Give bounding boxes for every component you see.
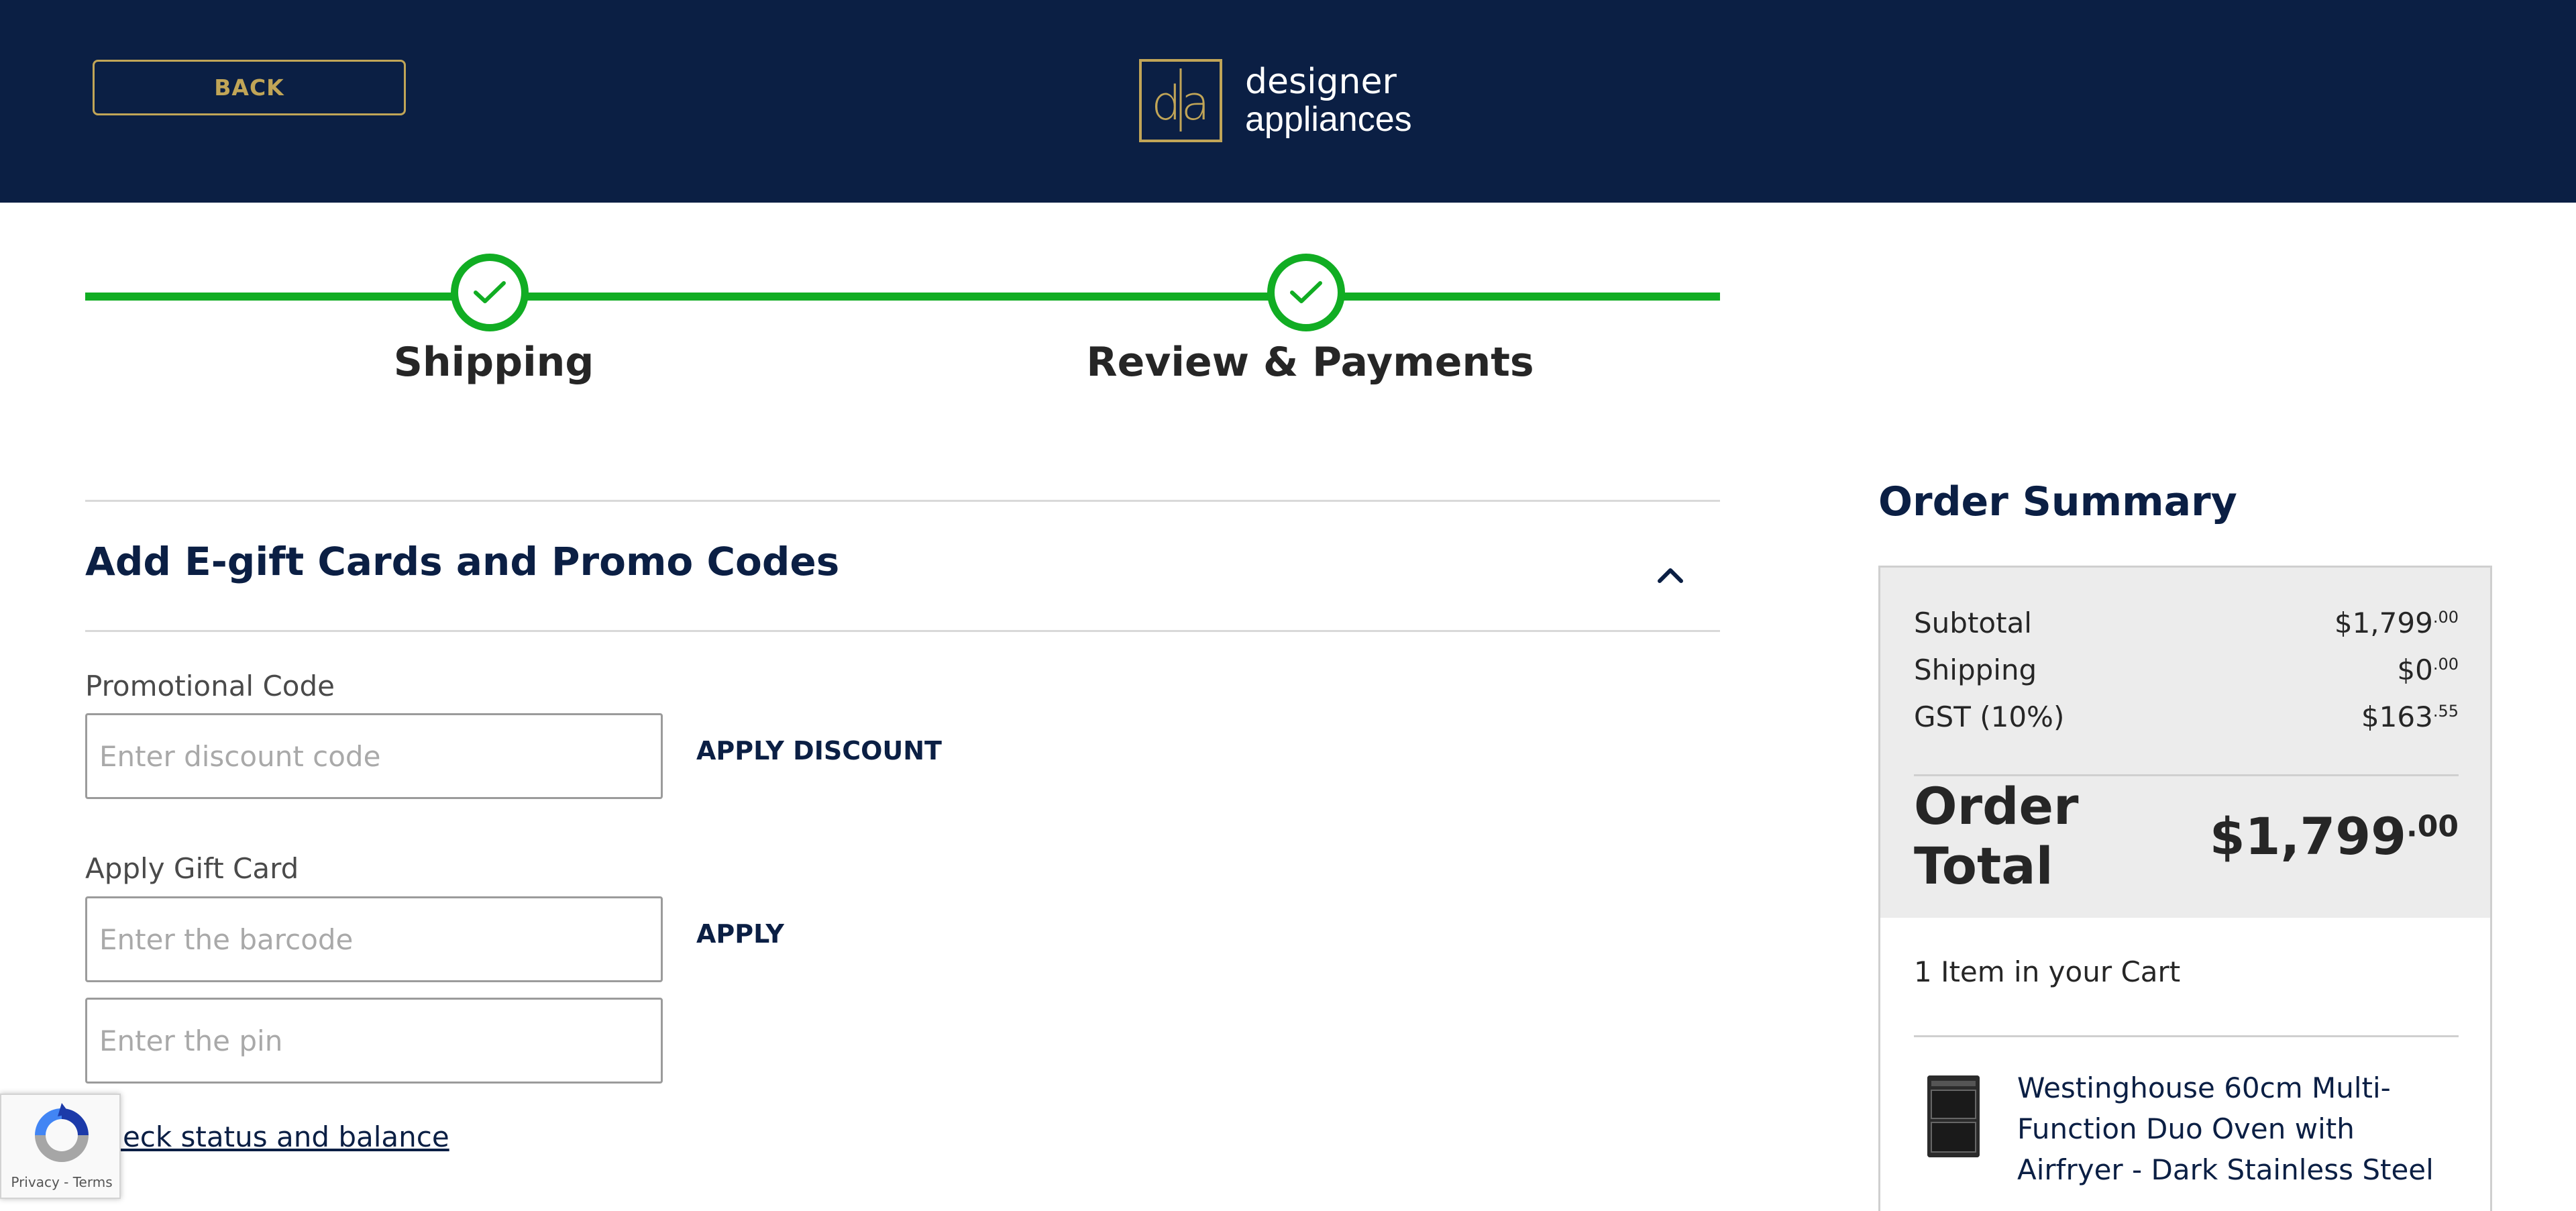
order-total-row: Order Total $1,799.00 [1914, 776, 2459, 896]
checkmark-icon [474, 281, 506, 303]
logo-line-1: designer [1245, 62, 1397, 102]
shipping-row: Shipping $0.00 [1914, 649, 2459, 690]
apply-discount-button[interactable]: APPLY DISCOUNT [696, 736, 942, 766]
gift-card-pin-input[interactable] [85, 998, 663, 1084]
collapse-toggle[interactable] [1650, 558, 1690, 592]
shipping-value: $0.00 [2397, 653, 2459, 686]
subtotal-label: Subtotal [1914, 606, 2032, 639]
section-divider-bottom [85, 630, 1720, 632]
chevron-up-icon [1658, 568, 1683, 583]
step-review-indicator [1267, 254, 1345, 331]
step-review-label: Review & Payments [1086, 339, 1534, 386]
apply-gift-card-button[interactable]: APPLY [696, 919, 784, 949]
step-shipping-label[interactable]: Shipping [394, 339, 594, 386]
gift-card-label: Apply Gift Card [85, 852, 299, 885]
oven-icon[interactable] [1927, 1075, 1980, 1157]
logo-wordmark: designer appliances [1245, 63, 1412, 138]
recaptcha-links[interactable]: Privacy - Terms [1, 1174, 122, 1190]
gst-value: $163.55 [2361, 700, 2459, 733]
cart-item: Westinghouse 60cm Multi-Function Duo Ove… [1914, 1067, 2459, 1190]
order-total-value: $1,799.00 [2209, 806, 2459, 866]
check-balance-link[interactable]: Check status and balance [85, 1120, 449, 1153]
promo-section-title[interactable]: Add E-gift Cards and Promo Codes [85, 539, 839, 584]
subtotal-value: $1,799.00 [2334, 606, 2459, 639]
shipping-label: Shipping [1914, 653, 2037, 686]
order-total-label: Order Total [1914, 776, 2079, 896]
order-summary-panel: Subtotal $1,799.00 Shipping $0.00 GST (1… [1878, 566, 2492, 1211]
recaptcha-badge[interactable]: Privacy - Terms [0, 1094, 121, 1199]
cart-divider [1914, 1035, 2459, 1037]
order-summary-title: Order Summary [1878, 478, 2237, 525]
order-totals-block: Subtotal $1,799.00 Shipping $0.00 GST (1… [1880, 568, 2490, 918]
logo-line-2: appliances [1245, 100, 1412, 139]
cart-count[interactable]: 1 Item in your Cart [1914, 955, 2180, 988]
subtotal-row: Subtotal $1,799.00 [1914, 602, 2459, 643]
site-logo[interactable]: da designer appliances [1139, 58, 1412, 143]
section-divider-top [85, 500, 1720, 502]
gift-card-barcode-input[interactable] [85, 896, 663, 982]
cart-item-name[interactable]: Westinghouse 60cm Multi-Function Duo Ove… [2017, 1067, 2459, 1190]
svg-text:da: da [1151, 76, 1210, 131]
gst-label: GST (10%) [1914, 700, 2065, 733]
promo-code-input[interactable] [85, 713, 663, 799]
promo-code-label: Promotional Code [85, 670, 335, 702]
site-header: BACK da designer appliances [0, 0, 2576, 203]
logo-mark-icon: da [1139, 59, 1222, 142]
gst-row: GST (10%) $163.55 [1914, 696, 2459, 737]
back-button[interactable]: BACK [93, 60, 406, 115]
recaptcha-icon [35, 1103, 89, 1162]
progress-bar [85, 293, 1720, 301]
step-shipping-indicator[interactable] [451, 254, 529, 331]
checkmark-icon [1290, 281, 1322, 303]
